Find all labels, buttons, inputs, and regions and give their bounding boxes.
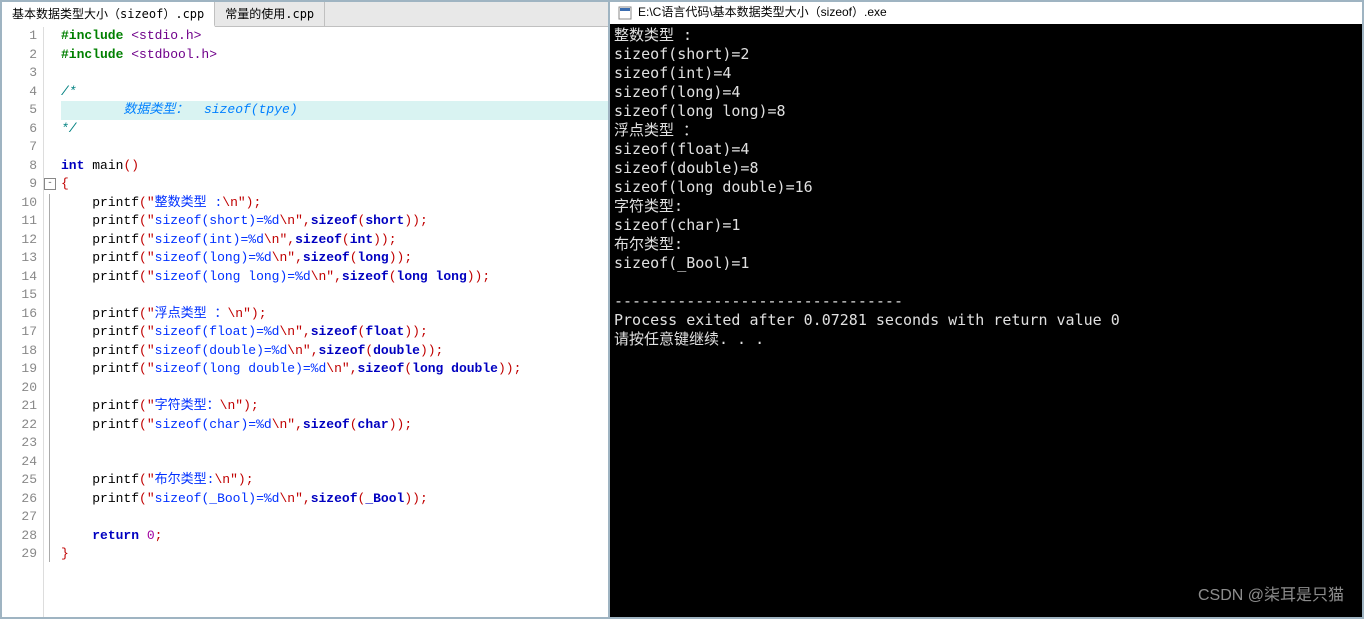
code-line[interactable]: return 0; xyxy=(61,527,608,546)
code-line[interactable]: printf("sizeof(long double)=%d\n",sizeof… xyxy=(61,360,608,379)
tab-bar: 基本数据类型大小（sizeof）.cpp常量的使用.cpp xyxy=(2,2,608,27)
code-line[interactable]: int main() xyxy=(61,157,608,176)
line-number: 10 xyxy=(2,194,37,213)
exe-icon xyxy=(618,6,632,20)
line-number: 11 xyxy=(2,212,37,231)
console-pane: E:\C语言代码\基本数据类型大小（sizeof）.exe 整数类型 : siz… xyxy=(610,0,1364,619)
code-line[interactable] xyxy=(61,508,608,527)
line-number: 8 xyxy=(2,157,37,176)
line-gutter: 1234567891011121314151617181920212223242… xyxy=(2,27,44,617)
line-number: 1 xyxy=(2,27,37,46)
code-line[interactable] xyxy=(61,453,608,472)
line-number: 6 xyxy=(2,120,37,139)
line-number: 16 xyxy=(2,305,37,324)
code-line[interactable] xyxy=(61,379,608,398)
code-line[interactable]: printf("字符类型：\n"); xyxy=(61,397,608,416)
line-number: 4 xyxy=(2,83,37,102)
code-line[interactable]: #include <stdbool.h> xyxy=(61,46,608,65)
watermark: CSDN @柒耳是只猫 xyxy=(1198,581,1344,605)
line-number: 25 xyxy=(2,471,37,490)
code-line[interactable] xyxy=(61,286,608,305)
console-title-text: E:\C语言代码\基本数据类型大小（sizeof）.exe xyxy=(638,3,887,22)
code-line[interactable]: /* xyxy=(61,83,608,102)
code-line[interactable]: printf("sizeof(long)=%d\n",sizeof(long))… xyxy=(61,249,608,268)
line-number: 9 xyxy=(2,175,37,194)
line-number: 7 xyxy=(2,138,37,157)
line-number: 18 xyxy=(2,342,37,361)
code-line[interactable] xyxy=(61,138,608,157)
code-line[interactable]: printf("sizeof(long long)=%d\n",sizeof(l… xyxy=(61,268,608,287)
line-number: 29 xyxy=(2,545,37,564)
code-line[interactable]: 数据类型： sizeof(tpye) xyxy=(61,101,608,120)
line-number: 22 xyxy=(2,416,37,435)
line-number: 5 xyxy=(2,101,37,120)
console-titlebar: E:\C语言代码\基本数据类型大小（sizeof）.exe xyxy=(610,2,1362,24)
code-line[interactable]: printf("布尔类型:\n"); xyxy=(61,471,608,490)
code-line[interactable]: printf("sizeof(double)=%d\n",sizeof(doub… xyxy=(61,342,608,361)
code-line[interactable]: printf("浮点类型 ：\n"); xyxy=(61,305,608,324)
line-number: 2 xyxy=(2,46,37,65)
code-line[interactable] xyxy=(61,64,608,83)
code-line[interactable]: printf("sizeof(short)=%d\n",sizeof(short… xyxy=(61,212,608,231)
console-output[interactable]: 整数类型 : sizeof(short)=2 sizeof(int)=4 siz… xyxy=(610,24,1362,617)
code-line[interactable]: printf("sizeof(_Bool)=%d\n",sizeof(_Bool… xyxy=(61,490,608,509)
code-line[interactable]: printf("sizeof(char)=%d\n",sizeof(char))… xyxy=(61,416,608,435)
tab[interactable]: 常量的使用.cpp xyxy=(215,2,325,26)
line-number: 28 xyxy=(2,527,37,546)
line-number: 12 xyxy=(2,231,37,250)
code-area[interactable]: #include <stdio.h>#include <stdbool.h> /… xyxy=(58,27,608,617)
code-line[interactable]: printf("sizeof(int)=%d\n",sizeof(int)); xyxy=(61,231,608,250)
line-number: 19 xyxy=(2,360,37,379)
code-line[interactable]: } xyxy=(61,545,608,564)
line-number: 23 xyxy=(2,434,37,453)
code-line[interactable]: #include <stdio.h> xyxy=(61,27,608,46)
code-line[interactable]: */ xyxy=(61,120,608,139)
code-line[interactable] xyxy=(61,434,608,453)
fold-toggle[interactable]: - xyxy=(44,178,56,190)
code-line[interactable]: printf("整数类型 :\n"); xyxy=(61,194,608,213)
line-number: 17 xyxy=(2,323,37,342)
app-container: 基本数据类型大小（sizeof）.cpp常量的使用.cpp 1234567891… xyxy=(0,0,1364,619)
line-number: 21 xyxy=(2,397,37,416)
code-line[interactable]: { xyxy=(61,175,608,194)
code-line[interactable]: printf("sizeof(float)=%d\n",sizeof(float… xyxy=(61,323,608,342)
line-number: 24 xyxy=(2,453,37,472)
code-editor[interactable]: 1234567891011121314151617181920212223242… xyxy=(2,27,608,617)
line-number: 15 xyxy=(2,286,37,305)
line-number: 20 xyxy=(2,379,37,398)
line-number: 14 xyxy=(2,268,37,287)
line-number: 27 xyxy=(2,508,37,527)
tab[interactable]: 基本数据类型大小（sizeof）.cpp xyxy=(2,2,215,27)
line-number: 26 xyxy=(2,490,37,509)
line-number: 3 xyxy=(2,64,37,83)
fold-column: - xyxy=(44,27,58,617)
editor-pane: 基本数据类型大小（sizeof）.cpp常量的使用.cpp 1234567891… xyxy=(0,0,610,619)
line-number: 13 xyxy=(2,249,37,268)
